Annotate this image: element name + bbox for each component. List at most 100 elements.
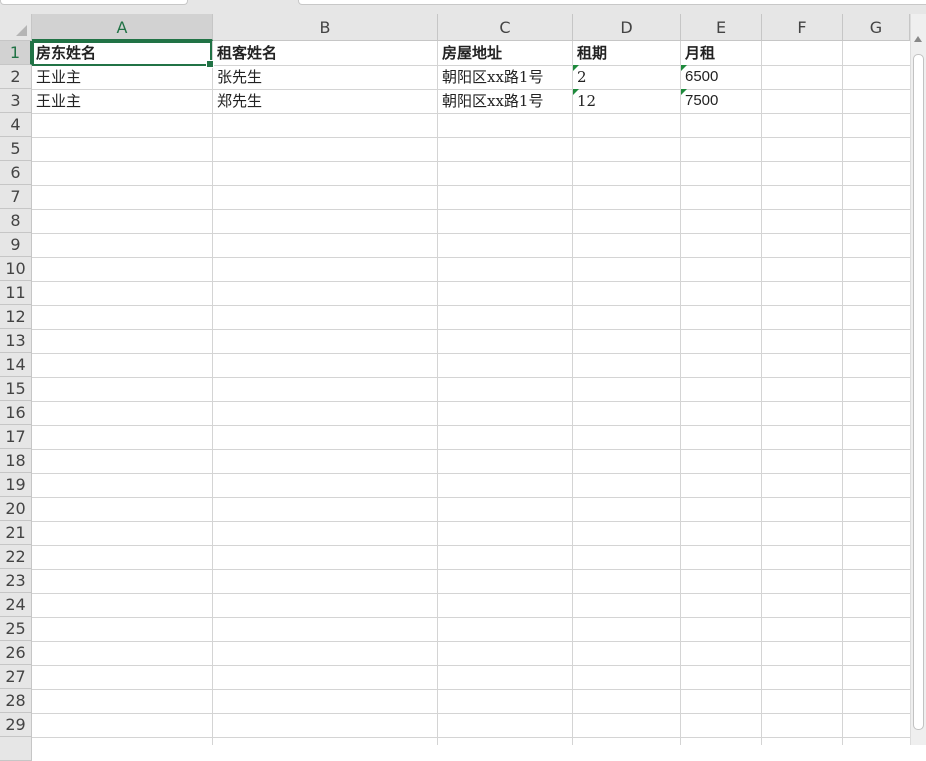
gridline [32,161,910,162]
column-header-a[interactable]: A [32,14,213,41]
gridline [32,233,910,234]
row-header[interactable]: 5 [0,137,32,161]
gridline [32,257,910,258]
row-header[interactable]: 22 [0,545,32,569]
cell-d2[interactable]: 2 [573,65,680,89]
column-header-f[interactable]: F [762,14,843,41]
scroll-up-arrow-icon[interactable] [914,36,922,42]
gridline [32,353,910,354]
row-header[interactable]: 26 [0,641,32,665]
row-header[interactable]: 8 [0,209,32,233]
gridline [32,377,910,378]
cell-e2-value: 6500 [685,68,719,85]
column-header-b[interactable]: B [213,14,438,41]
row-header[interactable]: 9 [0,233,32,257]
cell-d3-value: 12 [577,92,597,110]
select-all-triangle-icon [16,25,27,36]
gridline [32,305,910,306]
gridline [32,713,910,714]
cell-d3[interactable]: 12 [573,89,680,113]
column-header-g[interactable]: G [843,14,910,41]
row-header[interactable]: 14 [0,353,32,377]
row-header[interactable]: 29 [0,713,32,737]
row-header[interactable]: 21 [0,521,32,545]
cell-b2[interactable]: 张先生 [213,65,437,89]
window-top-strip [0,0,926,14]
row-header[interactable]: 18 [0,449,32,473]
cell-d1[interactable]: 租期 [573,41,680,65]
gridline [32,497,910,498]
cell-a2[interactable]: 王业主 [32,65,212,89]
cell-c1[interactable]: 房屋地址 [438,41,572,65]
column-header-c[interactable]: C [438,14,573,41]
scrollbar-thumb[interactable] [913,54,924,730]
gridline [32,449,910,450]
cell-a3[interactable]: 王业主 [32,89,212,113]
column-header-e[interactable]: E [681,14,762,41]
row-header[interactable]: 13 [0,329,32,353]
number-stored-as-text-indicator [681,89,687,95]
gridline [32,425,910,426]
active-cell-border [32,41,214,68]
cell-c2[interactable]: 朝阳区xx路1号 [438,65,572,89]
gridline [680,41,681,745]
gridline [32,329,910,330]
cell-grid[interactable]: 房东姓名 租客姓名 房屋地址 租期 月租 王业主 张先生 朝阳区xx路1号 2 … [32,41,910,745]
gridline [32,641,910,642]
cell-e2[interactable]: 6500 [681,65,761,89]
gridline [32,521,910,522]
row-header[interactable]: 15 [0,377,32,401]
cell-e1[interactable]: 月租 [681,41,761,65]
gridline [32,185,910,186]
gridline [32,569,910,570]
row-header[interactable]: 12 [0,305,32,329]
gridline [437,41,438,745]
row-header[interactable]: 25 [0,617,32,641]
row-header[interactable]: 20 [0,497,32,521]
row-header[interactable]: 16 [0,401,32,425]
gridline [32,473,910,474]
gridline [842,41,843,745]
gridline [32,545,910,546]
vertical-scrollbar[interactable] [910,14,926,745]
row-header[interactable]: 19 [0,473,32,497]
number-stored-as-text-indicator [681,65,687,71]
column-header-d[interactable]: D [573,14,681,41]
gridline [212,41,213,745]
row-header[interactable]: 28 [0,689,32,713]
fill-handle[interactable] [206,60,214,68]
cell-c3[interactable]: 朝阳区xx路1号 [438,89,572,113]
row-header[interactable]: 3 [0,89,32,113]
gridline [32,689,910,690]
row-header[interactable]: 7 [0,185,32,209]
formula-bar[interactable] [298,0,926,5]
gridline [572,41,573,745]
gridline [32,593,910,594]
cell-e3[interactable]: 7500 [681,89,761,113]
gridline [32,137,910,138]
row-header[interactable]: 10 [0,257,32,281]
row-header[interactable]: 17 [0,425,32,449]
row-header[interactable]: 1 [0,41,32,65]
row-header[interactable] [0,737,32,761]
gridline [32,281,910,282]
cell-b1[interactable]: 租客姓名 [213,41,437,65]
row-header[interactable]: 6 [0,161,32,185]
gridline [32,209,910,210]
number-stored-as-text-indicator [573,65,579,71]
gridline [32,665,910,666]
cell-b3[interactable]: 郑先生 [213,89,437,113]
gridline [761,41,762,745]
row-header[interactable]: 11 [0,281,32,305]
select-all-button[interactable] [0,14,32,41]
gridline [32,617,910,618]
row-header[interactable]: 4 [0,113,32,137]
row-header[interactable]: 23 [0,569,32,593]
row-header[interactable]: 27 [0,665,32,689]
row-header[interactable]: 24 [0,593,32,617]
gridline [32,113,910,114]
number-stored-as-text-indicator [573,89,579,95]
name-box[interactable] [0,0,188,5]
gridline [32,737,910,738]
row-header[interactable]: 2 [0,65,32,89]
